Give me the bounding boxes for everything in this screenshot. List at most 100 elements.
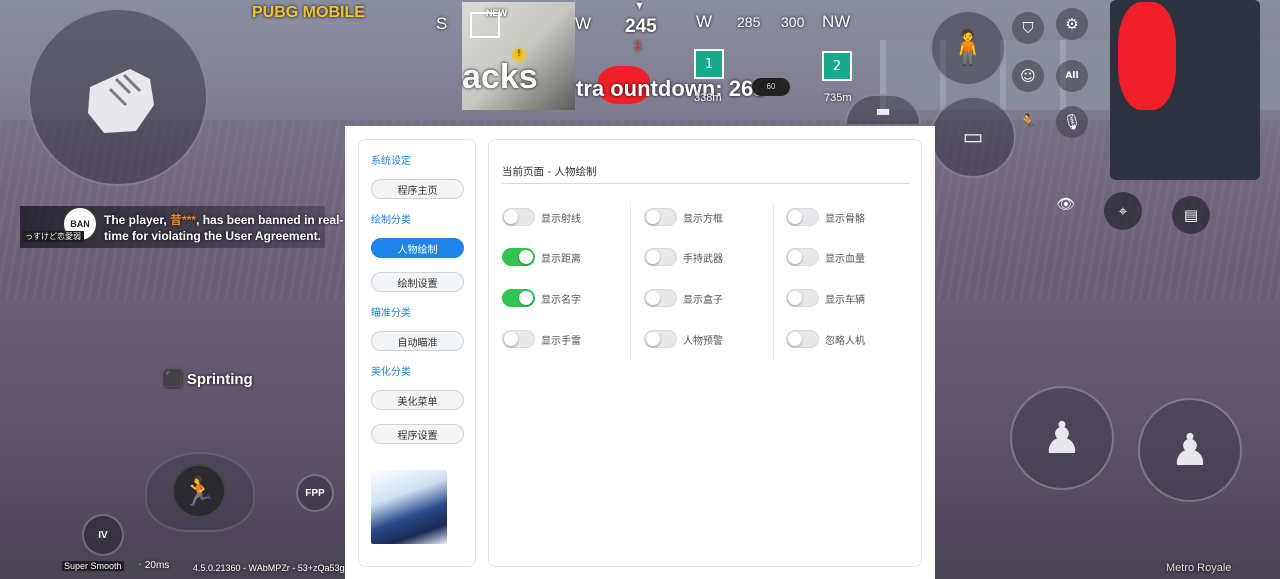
wifi-icon: ◔ <box>136 560 143 571</box>
toggle-label: 忽略人机 <box>825 335 865 347</box>
distance-left: 338m <box>694 92 722 104</box>
menu-content-panel: 当前页面 - 人物绘制 显示射线 显示距离 显示名字 显示手雷 显示方框 手持武 <box>488 139 922 567</box>
toggle-show-skeleton[interactable]: 显示骨骼 <box>786 207 865 227</box>
compass-label: W <box>575 14 592 33</box>
toggle-show-crate[interactable]: 显示盒子 <box>644 288 723 308</box>
sidebar-item-beautify-menu[interactable]: 美化菜单 <box>371 390 464 410</box>
compass-label: NW <box>822 12 851 31</box>
toggle-label: 显示射线 <box>541 213 581 225</box>
sidebar-item-draw-settings[interactable]: 绘制设置 <box>371 272 464 292</box>
toggle-label: 显示距离 <box>541 253 581 265</box>
toggle-label: 显示车辆 <box>825 294 865 306</box>
crouch-icon: ▬ <box>875 100 891 120</box>
prone-button[interactable]: ▭ <box>930 96 1016 178</box>
inventory-icon[interactable] <box>470 12 500 38</box>
ping-readout: ◔ 20ms <box>136 560 169 571</box>
toggle-show-grenade[interactable]: 显示手雷 <box>502 329 581 349</box>
gear-icon[interactable]: ⚙ <box>1056 8 1088 40</box>
lock-icon: ⬛ <box>164 371 183 388</box>
toggle-switch[interactable] <box>786 289 819 307</box>
smile-icon[interactable]: ☺ <box>1012 60 1044 92</box>
jump-button[interactable]: 🧍 <box>930 10 1006 86</box>
ban-message-line1: The player, 昔***, has been banned in rea… <box>104 211 343 228</box>
toggle-label: 显示骨骼 <box>825 213 865 225</box>
sidebar-item-auto-aim[interactable]: 自动瞄准 <box>371 331 464 351</box>
mic-icon[interactable]: 🎙 <box>1056 106 1088 138</box>
level-label: IV <box>98 529 108 541</box>
toggle-label: 人物预警 <box>683 335 723 347</box>
toggle-switch[interactable] <box>644 208 677 226</box>
toggle-switch[interactable] <box>502 208 535 226</box>
toggle-switch[interactable] <box>786 208 819 226</box>
sidebar-item-program-settings[interactable]: 程序设置 <box>371 424 464 444</box>
toggle-label: 显示血量 <box>825 253 865 265</box>
shield-icon[interactable]: ⛉ <box>1012 12 1044 44</box>
running-man-icon: 🏃 <box>181 474 217 508</box>
sprinting-text: Sprinting <box>186 371 253 388</box>
avatar <box>371 470 447 544</box>
toggle-show-box[interactable]: 显示方框 <box>644 207 723 227</box>
build-info: 4.5.0.21360 - WAbMPZr - 53+zQa53g <box>193 563 345 573</box>
sidebar-section-aim: 瞄准分类 <box>371 308 411 319</box>
map-name-label: Metro Royale <box>1166 562 1232 574</box>
fpp-toggle-button[interactable]: FPP <box>296 474 334 512</box>
toggle-label: 手持武器 <box>683 253 723 265</box>
sidebar-item-home[interactable]: 程序主页 <box>371 179 464 199</box>
lean-right-button[interactable]: ♟ <box>1138 398 1242 502</box>
voice-all-label: All <box>1065 71 1079 81</box>
toggle-player-warning[interactable]: 人物预警 <box>644 329 723 349</box>
title-divider <box>502 183 910 184</box>
toggle-label: 显示盒子 <box>683 294 723 306</box>
toggle-label: 显示名字 <box>541 294 581 306</box>
toggle-switch[interactable] <box>502 248 535 266</box>
game-brand-logo: PUBG MOBILE <box>252 4 365 21</box>
toggle-held-weapon[interactable]: 手持武器 <box>644 247 723 267</box>
voice-all-button[interactable]: All <box>1056 60 1088 92</box>
toggle-label: 显示手雷 <box>541 335 581 347</box>
toggle-switch[interactable] <box>786 248 819 266</box>
menu-sidebar: 系统设定 程序主页 绘制分类 人物绘制 绘制设置 瞄准分类 自动瞄准 美化分类 … <box>358 139 476 567</box>
toggle-switch[interactable] <box>644 248 677 266</box>
redaction-mark <box>1118 2 1176 110</box>
page-title: 当前页面 - 人物绘制 <box>502 166 597 178</box>
toggle-show-vehicle[interactable]: 显示车辆 <box>786 288 865 308</box>
toggle-label: 显示方框 <box>683 213 723 225</box>
backpack-level-icon[interactable]: IV <box>82 514 124 556</box>
eye-icon[interactable]: 👁 <box>1050 188 1082 220</box>
compass-label: 300 <box>781 14 805 30</box>
chat-icon[interactable]: ▤ <box>1172 196 1210 234</box>
exit-marker-label: 2 <box>832 58 842 74</box>
exit-marker-icon: 2 <box>822 51 852 81</box>
toggle-switch[interactable] <box>644 330 677 348</box>
toggle-switch[interactable] <box>502 330 535 348</box>
lean-left-button[interactable]: ♟ <box>1010 386 1114 490</box>
prone-icon: ▭ <box>962 124 984 150</box>
fist-attack-button[interactable] <box>28 8 208 186</box>
ban-message-prefix: The player, <box>104 213 167 227</box>
toggle-switch[interactable] <box>786 330 819 348</box>
location-pin-icon[interactable]: ⌖ <box>1104 192 1142 230</box>
toggle-ignore-bots[interactable]: 忽略人机 <box>786 329 865 349</box>
exit-marker-icon: 1 <box>694 49 724 79</box>
toggle-show-distance[interactable]: 显示距离 <box>502 247 581 267</box>
compass-heading: 245 <box>625 16 657 37</box>
toggle-switch[interactable] <box>644 289 677 307</box>
compass-marker: 3 <box>634 38 642 53</box>
toggle-show-ray[interactable]: 显示射线 <box>502 207 581 227</box>
compass-label: S <box>436 14 448 33</box>
column-divider <box>630 202 631 360</box>
toggle-show-name[interactable]: 显示名字 <box>502 288 581 308</box>
distance-right: 735m <box>824 92 852 104</box>
sidebar-item-player-draw[interactable]: 人物绘制 <box>371 238 464 258</box>
countdown-text: tra ountdown: 26s <box>576 76 766 101</box>
compass-pointer-icon: ▼ <box>634 0 645 12</box>
fist-icon <box>88 69 154 133</box>
toggle-show-health[interactable]: 显示血量 <box>786 247 865 267</box>
toggle-switch[interactable] <box>502 289 535 307</box>
player-tag: acks <box>462 58 538 96</box>
sprint-button[interactable]: 🏃 <box>172 464 226 518</box>
ban-message-suffix: , has been banned in real- <box>196 213 344 227</box>
sprint-lock-label: ⬛ Sprinting <box>164 370 253 388</box>
ban-message-line2: time for violating the User Agreement. <box>104 229 321 243</box>
graphics-quality-label: Super Smooth <box>62 561 124 571</box>
